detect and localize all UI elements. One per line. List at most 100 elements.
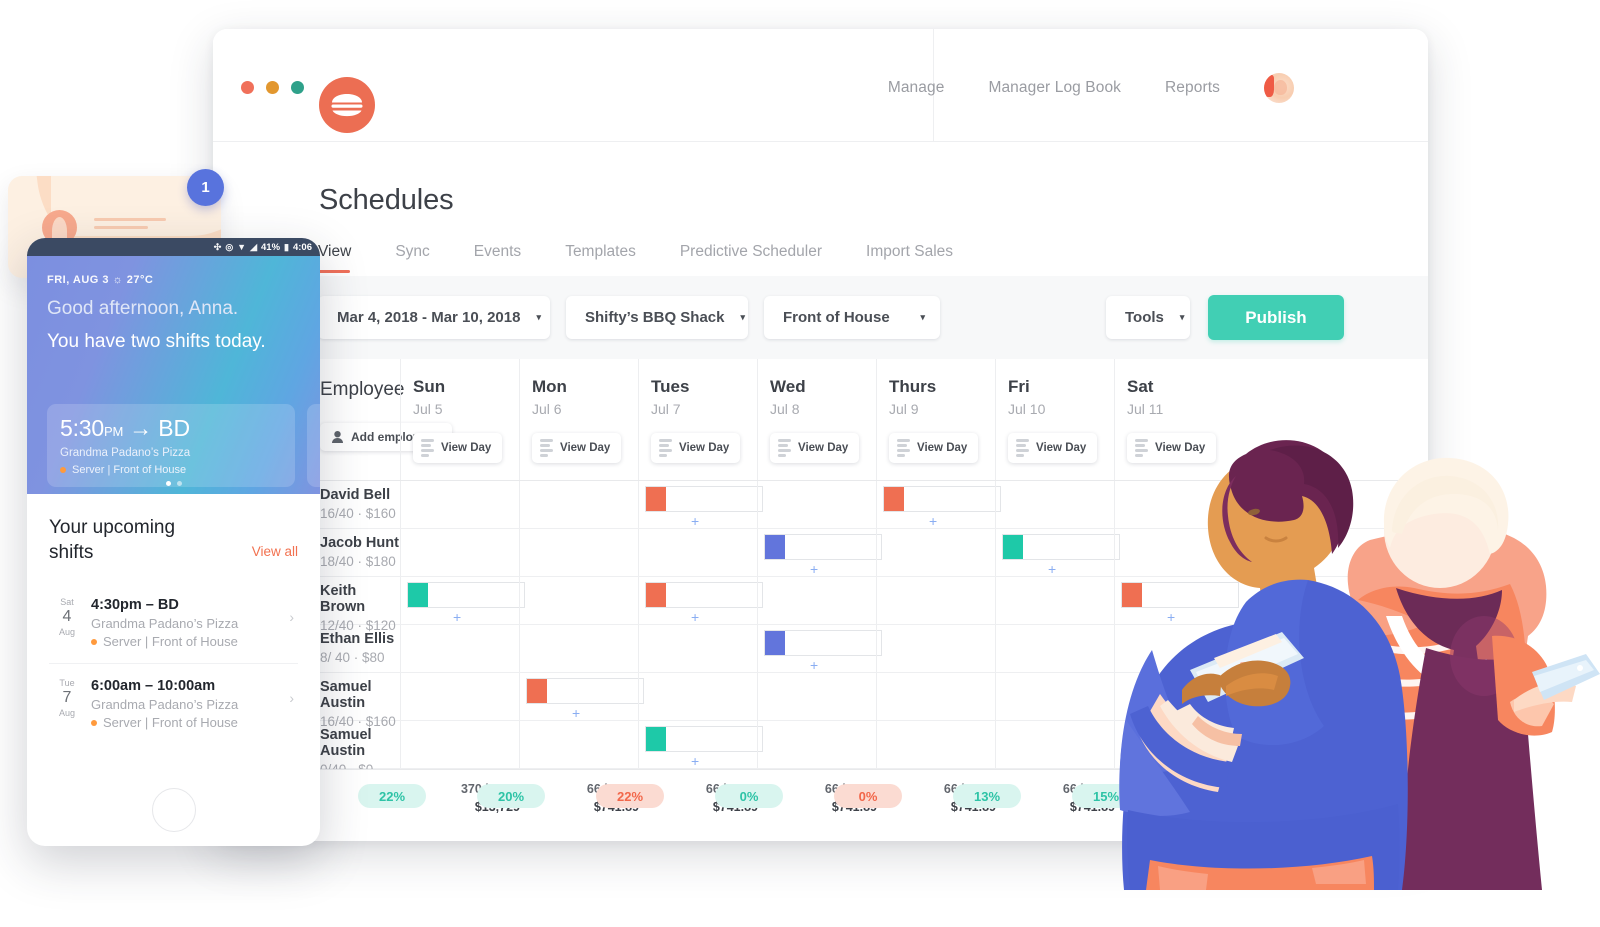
- add-shift-button[interactable]: +: [810, 562, 818, 576]
- shift-cell[interactable]: [400, 721, 519, 768]
- screenshot-stage: Manage Manager Log Book Reports Schedule…: [0, 0, 1600, 927]
- pager-dot-active[interactable]: [165, 481, 171, 486]
- chevron-right-icon[interactable]: ›: [289, 609, 294, 625]
- phone-shift-card[interactable]: 5:30PM → BD Grandma Padano’s Pizza Serve…: [47, 404, 295, 487]
- add-shift-button[interactable]: +: [453, 610, 461, 624]
- shift-block[interactable]: [407, 582, 525, 608]
- shift-block[interactable]: [645, 486, 763, 512]
- chevron-right-icon[interactable]: ›: [289, 690, 294, 706]
- shift-block[interactable]: [645, 582, 763, 608]
- tab-templates[interactable]: Templates: [565, 243, 636, 273]
- shift-cell[interactable]: [876, 529, 995, 576]
- view-day-button[interactable]: View Day: [889, 433, 979, 463]
- shift-cell[interactable]: [638, 625, 757, 672]
- minimize-window-icon[interactable]: [266, 81, 279, 94]
- shift-cell[interactable]: [876, 721, 995, 768]
- shift-cell[interactable]: [400, 481, 519, 528]
- shift-end-time: BD: [158, 415, 190, 441]
- add-shift-button[interactable]: +: [572, 706, 580, 720]
- view-day-button[interactable]: View Day: [413, 433, 503, 463]
- shift-block[interactable]: [764, 534, 882, 560]
- view-day-button[interactable]: View Day: [770, 433, 860, 463]
- tools-menu-button[interactable]: Tools ▾: [1106, 296, 1190, 339]
- view-all-link[interactable]: View all: [252, 544, 298, 559]
- shift-cell[interactable]: [638, 673, 757, 720]
- shift-color-swatch: [646, 487, 666, 511]
- shift-cell[interactable]: [400, 529, 519, 576]
- shift-cell[interactable]: +: [876, 481, 1001, 528]
- view-day-label: View Day: [917, 441, 968, 454]
- shift-cell[interactable]: [519, 625, 638, 672]
- person-icon: [332, 431, 343, 443]
- view-day-button[interactable]: View Day: [651, 433, 741, 463]
- add-shift-button[interactable]: +: [810, 658, 818, 672]
- shift-cell[interactable]: [876, 577, 995, 624]
- shift-cell[interactable]: +: [638, 721, 763, 768]
- location-select[interactable]: Shifty’s BBQ Shack ▾: [566, 296, 748, 339]
- shift-cell[interactable]: +: [757, 625, 882, 672]
- shift-block[interactable]: [526, 678, 644, 704]
- nav-item-manage[interactable]: Manage: [888, 79, 945, 97]
- shift-cell[interactable]: [400, 625, 519, 672]
- date-range-select[interactable]: Mar 4, 2018 - Mar 10, 2018 ▾: [318, 296, 550, 339]
- employee-name: Ethan Ellis: [320, 631, 395, 647]
- publish-button[interactable]: Publish: [1208, 295, 1344, 340]
- tab-view[interactable]: View: [318, 243, 351, 273]
- list-item[interactable]: Tue 7 Aug 6:00am – 10:00am Grandma Padan…: [49, 664, 298, 744]
- tab-events[interactable]: Events: [474, 243, 521, 273]
- carousel-pager[interactable]: [27, 481, 320, 486]
- tab-import-sales[interactable]: Import Sales: [866, 243, 953, 273]
- tab-predictive-scheduler[interactable]: Predictive Scheduler: [680, 243, 822, 273]
- shift-cell[interactable]: [638, 529, 757, 576]
- maximize-window-icon[interactable]: [291, 81, 304, 94]
- day-header-mon: Mon Jul 6 View Day: [519, 359, 638, 480]
- shift-cell[interactable]: [757, 673, 876, 720]
- shift-cell[interactable]: [519, 481, 638, 528]
- add-shift-button[interactable]: +: [691, 610, 699, 624]
- shift-cell[interactable]: [519, 721, 638, 768]
- shift-cell[interactable]: [757, 577, 876, 624]
- shift-cell[interactable]: [400, 673, 519, 720]
- add-shift-button[interactable]: +: [691, 514, 699, 528]
- employee-name: David Bell: [320, 487, 391, 503]
- shift-cell[interactable]: [876, 625, 995, 672]
- shift-cell[interactable]: [876, 673, 995, 720]
- close-window-icon[interactable]: [241, 81, 254, 94]
- labor-percent-badge: 13%: [953, 784, 1021, 808]
- phone-shift-card-carousel[interactable]: 5:30PM → BD Grandma Padano’s Pizza Serve…: [47, 404, 320, 487]
- shift-cell[interactable]: +: [519, 673, 644, 720]
- add-shift-button[interactable]: +: [929, 514, 937, 528]
- day-date: Jul 6: [532, 401, 562, 417]
- day-name: Sat: [1127, 377, 1154, 396]
- window-controls[interactable]: [241, 81, 304, 94]
- department-select[interactable]: Front of House ▾: [764, 296, 940, 339]
- phone-home-button[interactable]: [151, 788, 196, 832]
- shift-cell[interactable]: +: [400, 577, 525, 624]
- shift-block[interactable]: [764, 630, 882, 656]
- view-day-button[interactable]: View Day: [532, 433, 622, 463]
- phone-shift-card[interactable]: 11 Gra S: [307, 404, 320, 487]
- shift-block[interactable]: [883, 486, 1001, 512]
- shift-block[interactable]: [645, 726, 763, 752]
- shift-cell[interactable]: [519, 529, 638, 576]
- notification-badge[interactable]: 1: [187, 169, 224, 206]
- shift-day: 4: [62, 608, 72, 626]
- nav-item-manager-log-book[interactable]: Manager Log Book: [988, 79, 1121, 97]
- shift-cell[interactable]: [757, 481, 876, 528]
- burger-logo-icon[interactable]: [319, 77, 375, 133]
- list-item[interactable]: Sat 4 Aug 4:30pm – BD Grandma Padano’s P…: [49, 583, 298, 665]
- shift-cell[interactable]: [519, 577, 638, 624]
- shift-cell[interactable]: +: [638, 481, 763, 528]
- shift-cell[interactable]: [757, 721, 876, 768]
- upcoming-shifts-list: Sat 4 Aug 4:30pm – BD Grandma Padano’s P…: [49, 583, 298, 744]
- shift-time-range: 6:00am – 10:00am: [91, 678, 216, 695]
- pager-dot[interactable]: [176, 481, 182, 486]
- tab-bar: View Sync Events Templates Predictive Sc…: [318, 243, 1428, 273]
- shift-cell[interactable]: +: [757, 529, 882, 576]
- add-shift-button[interactable]: +: [691, 754, 699, 768]
- tab-sync[interactable]: Sync: [395, 243, 429, 273]
- shift-cell[interactable]: +: [638, 577, 763, 624]
- avatar[interactable]: [1264, 73, 1294, 103]
- nav-item-reports[interactable]: Reports: [1165, 79, 1220, 97]
- department-value: Front of House: [783, 309, 890, 326]
